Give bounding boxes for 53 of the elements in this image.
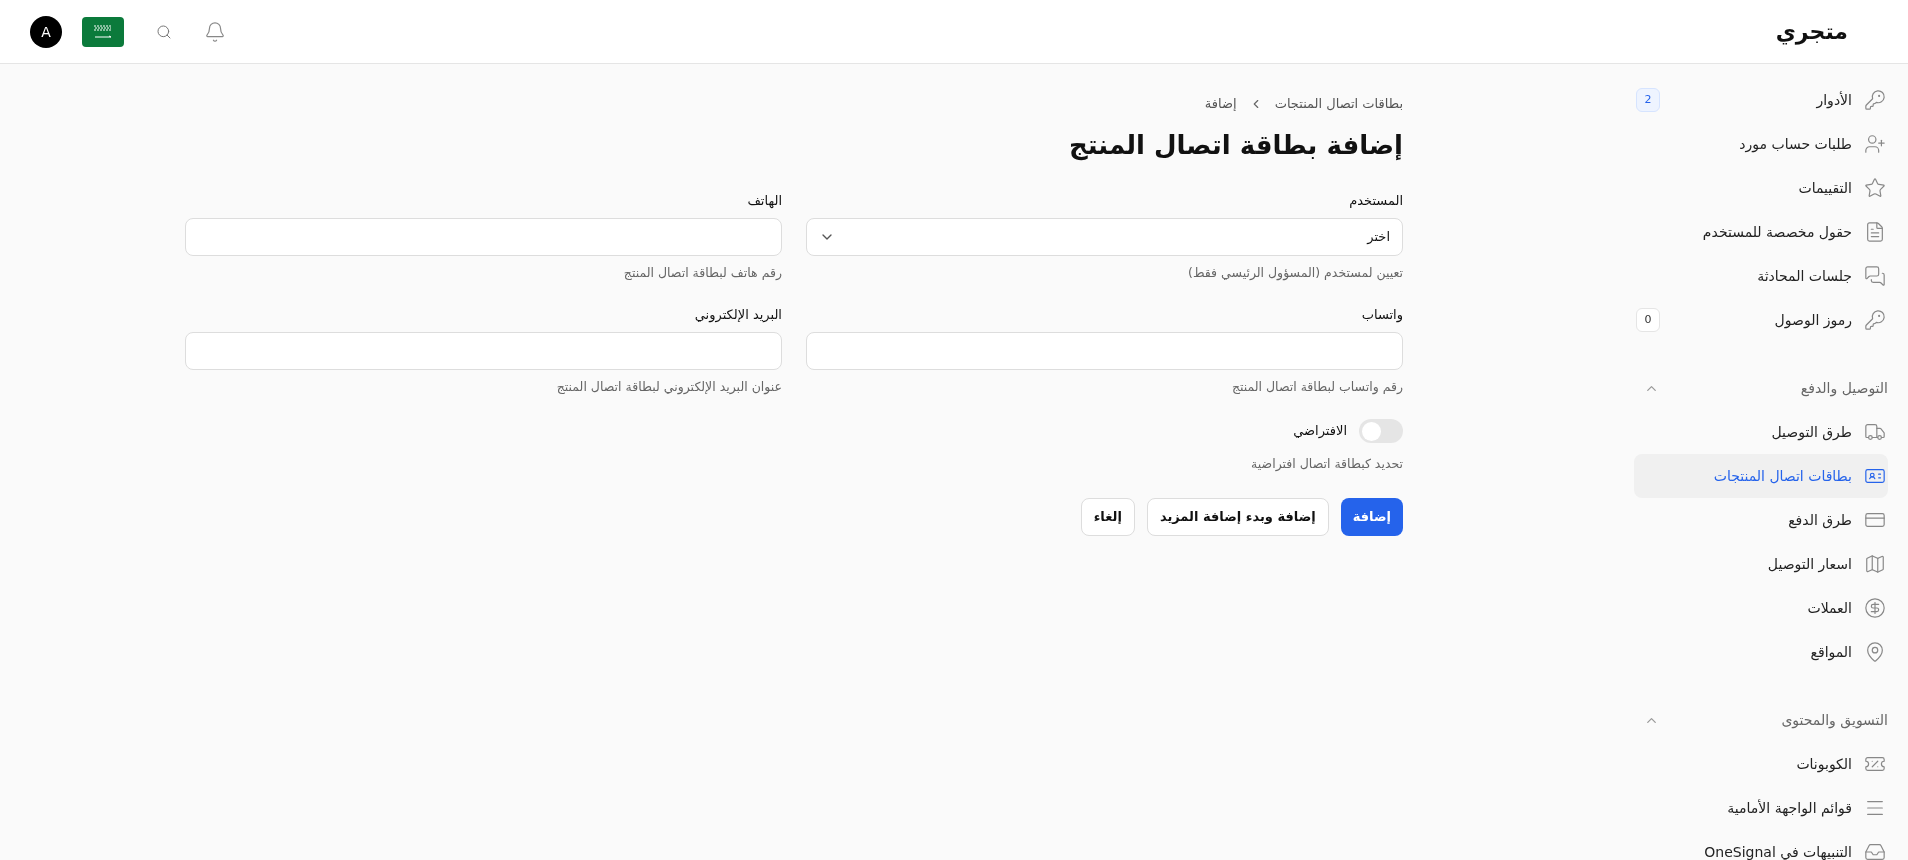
section-heading: التوصيل والدفع bbox=[1800, 378, 1888, 399]
notifications-icon[interactable] bbox=[204, 20, 226, 43]
field-label: المستخدم bbox=[1348, 191, 1403, 210]
user-avatar[interactable]: A bbox=[30, 15, 62, 48]
sidebar-item[interactable]: طلبات حساب مورد bbox=[1634, 122, 1888, 166]
help-text: رقم واتساب لبطاقة اتصال المنتج bbox=[1230, 378, 1403, 397]
help-text: تحديد كبطاقة اتصال افتراضية bbox=[1250, 455, 1403, 474]
count-badge: 2 bbox=[1636, 88, 1660, 112]
sidebar-item[interactable]: العملات bbox=[1634, 586, 1888, 630]
action-button[interactable]: إلغاء bbox=[1080, 497, 1135, 536]
map-icon bbox=[1864, 553, 1886, 575]
sidebar-item[interactable]: قوائم الواجهة الأمامية bbox=[1634, 786, 1888, 830]
input-field[interactable] bbox=[806, 332, 1403, 371]
sidebar-item[interactable]: طرق الدفع bbox=[1634, 498, 1888, 542]
page-title: إضافة بطاقة اتصال المنتج bbox=[1067, 128, 1403, 163]
action-button[interactable]: إضافة وبدء إضافة المزيد bbox=[1146, 497, 1329, 536]
sidebar-item[interactable]: طرق التوصيل bbox=[1634, 410, 1888, 454]
toggle-label: الافتراضي bbox=[1293, 422, 1347, 441]
help-text: رقم هاتف لبطاقة اتصال المنتج bbox=[622, 264, 782, 282]
app-logo[interactable]: متجري bbox=[1775, 15, 1848, 48]
help-text: عنوان البريد الإلكتروني لبطاقة اتصال المنتج bbox=[555, 378, 782, 397]
key-icon bbox=[1864, 309, 1886, 331]
sidebar-item[interactable]: بطاقات اتصال المنتجات bbox=[1634, 454, 1888, 498]
sidebar-item[interactable]: الكوبونات bbox=[1634, 742, 1888, 786]
document-icon bbox=[1864, 221, 1886, 243]
count-badge: 0 bbox=[1636, 308, 1660, 332]
field-label: الهاتف bbox=[746, 191, 782, 210]
field-label: واتساب bbox=[1360, 305, 1403, 325]
submit-button[interactable]: إضافة bbox=[1340, 497, 1403, 536]
star-icon bbox=[1864, 177, 1886, 199]
dollar-icon bbox=[1864, 597, 1886, 619]
section-heading: التسويق والمحتوى bbox=[1781, 710, 1888, 731]
sidebar-item[interactable]: جلسات المحادثة bbox=[1634, 254, 1888, 298]
map-pin-icon bbox=[1864, 641, 1886, 663]
user-plus-icon bbox=[1864, 133, 1886, 155]
key-icon bbox=[1864, 89, 1886, 111]
input-field[interactable] bbox=[185, 218, 782, 256]
input-field[interactable] bbox=[185, 332, 782, 371]
user-select[interactable]: اختر bbox=[806, 218, 1403, 256]
help-text: تعيين لمستخدم (المسؤول الرئيسي فقط) bbox=[1187, 264, 1403, 283]
sidebar-item[interactable]: اسعار التوصيل bbox=[1634, 542, 1888, 586]
field-label: البريد الإلكتروني bbox=[693, 305, 782, 325]
breadcrumb-link[interactable]: بطاقات اتصال المنتجات bbox=[1274, 94, 1403, 114]
toggle-switch[interactable] bbox=[1359, 419, 1403, 443]
chat-icon bbox=[1864, 265, 1886, 287]
flag-icon[interactable] bbox=[82, 16, 124, 47]
truck-icon bbox=[1864, 421, 1886, 443]
tray-icon bbox=[1864, 841, 1886, 860]
sidebar-item[interactable]: حقول مخصصة للمستخدم bbox=[1634, 210, 1888, 254]
sidebar-item[interactable]: التنبيهات في OneSignal bbox=[1634, 830, 1888, 860]
search-icon[interactable] bbox=[156, 23, 172, 40]
sidebar-item[interactable]: المواقع bbox=[1634, 630, 1888, 674]
sidebar-item[interactable]: التقييمات bbox=[1634, 166, 1888, 210]
